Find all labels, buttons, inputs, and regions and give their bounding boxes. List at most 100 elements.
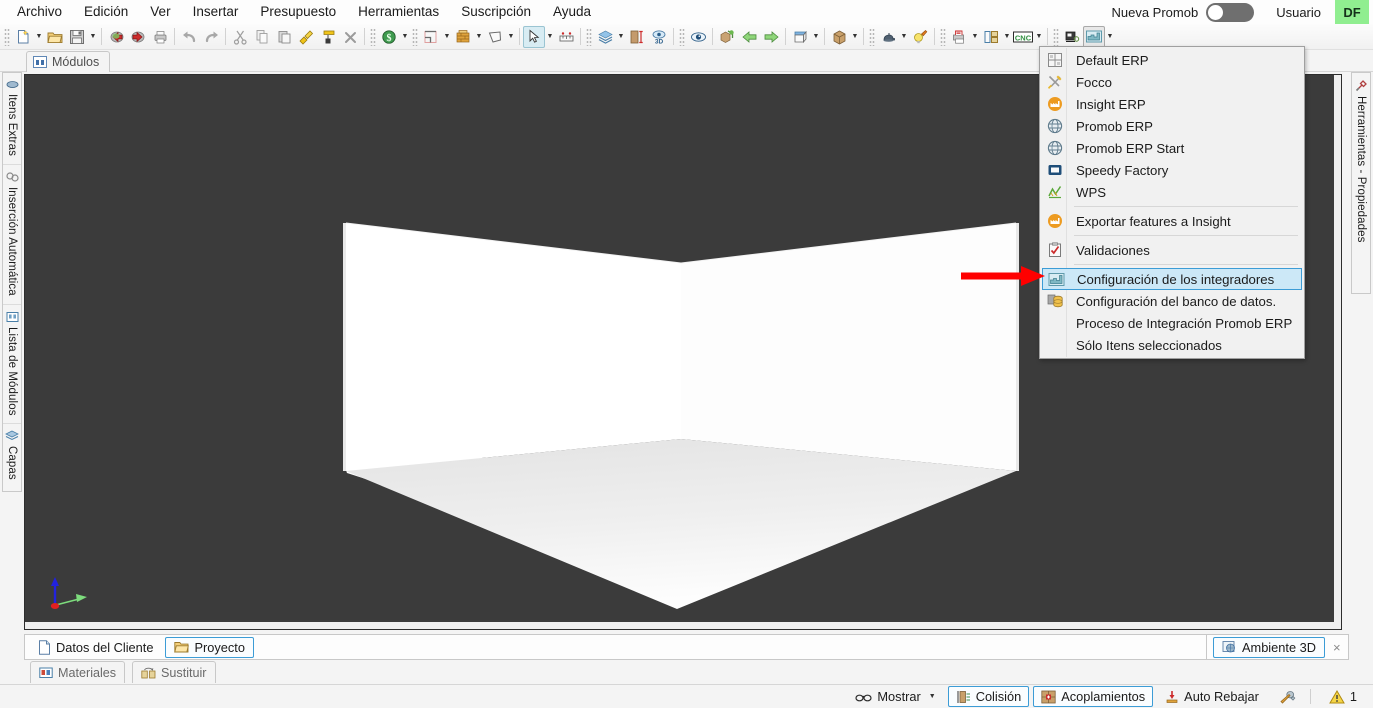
measure-tool-button[interactable] [555,26,577,48]
integrators-button[interactable] [1083,25,1105,48]
menu-ayuda[interactable]: Ayuda [542,1,602,22]
panels-button[interactable] [980,26,1002,48]
lightbulb-button[interactable] [909,26,931,48]
status-warning[interactable]: 1 [1321,686,1365,707]
arrow-left-button[interactable] [738,26,760,48]
height-measure-button[interactable] [626,26,648,48]
toolbar-grip[interactable] [869,27,875,46]
lamp-dropdown-arrow[interactable]: ▼ [899,26,909,48]
menu-insertar[interactable]: Insertar [182,1,250,22]
menu-herramientas[interactable]: Herramientas [347,1,450,22]
budget-button[interactable]: $ [378,26,400,48]
wall-button[interactable] [452,26,474,48]
dock-item-capas[interactable]: Capas [3,424,21,488]
dock-item-itens-extras[interactable]: Itens Extras [3,73,21,165]
status-acoplamientos[interactable]: Acoplamientos [1033,686,1154,707]
dock-item-lista-de-modulos[interactable]: Lista de Módulos [3,305,21,425]
menu-archivo[interactable]: Archivo [6,1,73,22]
menu-item-exportar-features-insight[interactable]: Exportar features a Insight [1040,210,1304,232]
dock-item-herramientas-propiedades[interactable]: Herramientas - Propiedades [1352,73,1370,250]
cardboard-box-button[interactable] [828,26,850,48]
menu-item-default-erp[interactable]: Default ERP [1040,49,1304,71]
menu-item-configuracion-integradores[interactable]: Configuración de los integradores [1042,268,1302,290]
presentation-button[interactable] [1061,26,1083,48]
tab-modulos[interactable]: Módulos [26,51,111,72]
redo-button[interactable] [200,26,222,48]
menu-item-promob-erp[interactable]: Promob ERP [1040,115,1304,137]
import-button[interactable] [105,26,127,48]
duplicate-box-button[interactable] [716,26,738,48]
toolbar-grip[interactable] [412,27,418,46]
menu-item-configuracion-banco-datos[interactable]: Configuración del banco de datos. [1040,290,1304,312]
perspective-dropdown-arrow[interactable]: ▼ [811,26,821,48]
tab-sustituir[interactable]: Sustituir [132,661,216,683]
cardboard-box-dropdown-arrow[interactable]: ▼ [850,26,860,48]
print-button[interactable] [149,26,171,48]
cnc-button[interactable]: CNC [1012,26,1034,48]
print-report-button[interactable] [948,26,970,48]
close-icon[interactable]: × [1333,640,1341,655]
paint-brush-button[interactable] [295,26,317,48]
paste-button[interactable] [273,26,295,48]
menu-ver[interactable]: Ver [139,1,181,22]
toolbar-grip[interactable] [940,27,946,46]
select-tool-dropdown-arrow[interactable]: ▼ [545,26,555,48]
avatar[interactable]: DF [1335,0,1369,25]
shape-dropdown-arrow[interactable]: ▼ [506,26,516,48]
dock-item-insercion-automatica[interactable]: Inserción Automática [3,165,21,305]
copy-button[interactable] [251,26,273,48]
select-tool-button[interactable] [523,25,545,48]
undo-button[interactable] [178,26,200,48]
menu-item-insight-erp[interactable]: Insight ERP [1040,93,1304,115]
menu-edicion[interactable]: Edición [73,1,139,22]
tab-proyecto[interactable]: Proyecto [165,636,254,658]
menu-item-proceso-integracion-promob-erp[interactable]: Proceso de Integración Promob ERP [1040,312,1304,334]
open-folder-button[interactable] [44,26,66,48]
viewport-scrollbar-horizontal[interactable] [25,622,1341,629]
usuario-label[interactable]: Usuario [1276,5,1321,20]
menu-presupuesto[interactable]: Presupuesto [249,1,347,22]
toolbar-grip[interactable] [586,27,592,46]
tab-materiales[interactable]: Materiales [30,661,126,683]
color-roller-button[interactable] [317,26,339,48]
environment-dropdown-arrow[interactable]: ▼ [442,26,452,48]
toolbar-grip[interactable] [4,27,10,46]
status-auto-rebajar[interactable]: Auto Rebajar [1157,686,1267,707]
layers-dropdown-arrow[interactable]: ▼ [616,26,626,48]
menu-item-solo-itens-seleccionados[interactable]: Sólo Itens seleccionados [1040,334,1304,356]
layers-button[interactable] [594,26,616,48]
integrators-dropdown-arrow[interactable]: ▼ [1105,26,1115,48]
chevron-down-icon[interactable]: ▼ [929,693,936,700]
save-dropdown-arrow[interactable]: ▼ [88,26,98,48]
menu-item-focco[interactable]: Focco [1040,71,1304,93]
environment-button[interactable] [420,26,442,48]
wall-dropdown-arrow[interactable]: ▼ [474,26,484,48]
shape-button[interactable] [484,26,506,48]
status-mostrar[interactable]: Mostrar ▼ [847,686,943,707]
view-3d-button[interactable]: 3D [648,26,670,48]
export-button[interactable] [127,26,149,48]
new-file-button[interactable] [12,26,34,48]
viewport-scrollbar-vertical[interactable] [1334,75,1341,629]
lamp-button[interactable] [877,26,899,48]
delete-button[interactable] [339,26,361,48]
menu-item-wps[interactable]: WPS [1040,181,1304,203]
status-wrench[interactable] [1271,686,1304,707]
menu-item-promob-erp-start[interactable]: Promob ERP Start [1040,137,1304,159]
tab-datos-del-cliente[interactable]: Datos del Cliente [29,637,162,658]
save-button[interactable] [66,26,88,48]
toolbar-grip[interactable] [370,27,376,46]
new-file-dropdown-arrow[interactable]: ▼ [34,26,44,48]
menu-item-speedy-factory[interactable]: Speedy Factory [1040,159,1304,181]
budget-dropdown-arrow[interactable]: ▼ [400,26,410,48]
cnc-dropdown-arrow[interactable]: ▼ [1034,26,1044,48]
arrow-right-button[interactable] [760,26,782,48]
toolbar-grip[interactable] [1053,27,1059,46]
visibility-button[interactable] [687,26,709,48]
toolbar-grip[interactable] [679,27,685,46]
menu-suscripcion[interactable]: Suscripción [450,1,542,22]
nueva-promob-toggle[interactable] [1206,2,1255,22]
report-dropdown-arrow[interactable]: ▼ [970,26,980,48]
perspective-box-button[interactable] [789,26,811,48]
tab-ambiente-3d[interactable]: Ambiente 3D [1213,636,1325,658]
